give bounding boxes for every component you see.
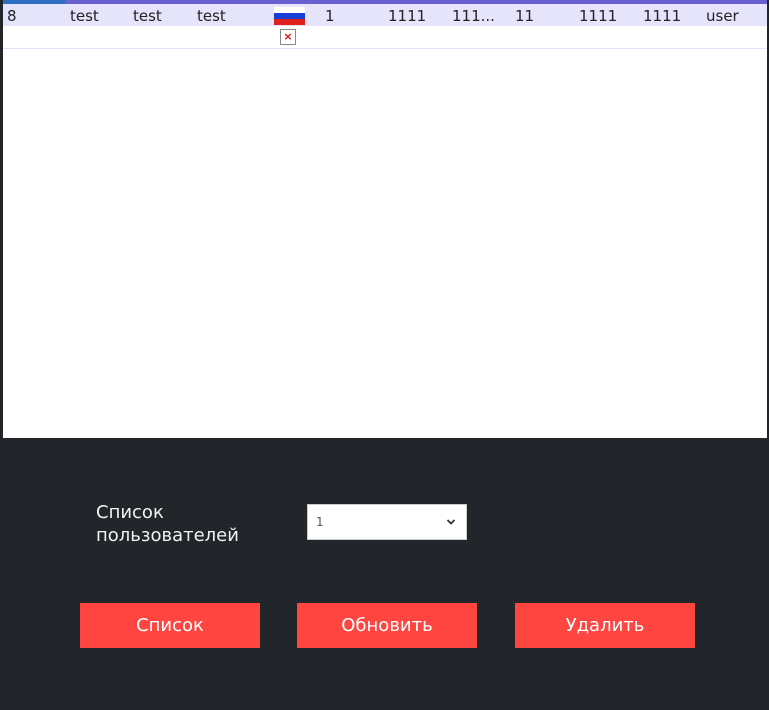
chevron-down-icon — [446, 519, 456, 525]
russia-flag-icon — [274, 7, 305, 25]
cell-col6: 1 — [325, 7, 335, 25]
refresh-button[interactable]: Обновить — [297, 603, 477, 648]
table-row[interactable]: 8 test test test 1 1111 111... 11 1111 1… — [3, 4, 767, 26]
cell-col2: test — [70, 7, 99, 25]
controls-panel: Список пользователей 1 Список Обновить У… — [0, 438, 769, 710]
cell-col9: 11 — [515, 7, 535, 25]
user-list-select[interactable]: 1 — [307, 504, 467, 540]
cell-col10: 1111 — [579, 7, 618, 25]
select-value: 1 — [316, 515, 324, 529]
broken-image-icon: × — [280, 29, 296, 45]
cell-id: 8 — [7, 7, 17, 25]
cell-col3: test — [133, 7, 162, 25]
table-subrow: × — [3, 26, 767, 49]
cell-col8: 111... — [452, 7, 495, 25]
cell-col11: 1111 — [643, 7, 682, 25]
list-button[interactable]: Список — [80, 603, 260, 648]
delete-button[interactable]: Удалить — [515, 603, 695, 648]
cell-role: user — [706, 7, 739, 25]
cell-col7: 1111 — [388, 7, 427, 25]
cell-col4: test — [197, 7, 226, 25]
users-table: 8 test test test 1 1111 111... 11 1111 1… — [3, 0, 767, 438]
select-label: Список пользователей — [96, 502, 239, 546]
